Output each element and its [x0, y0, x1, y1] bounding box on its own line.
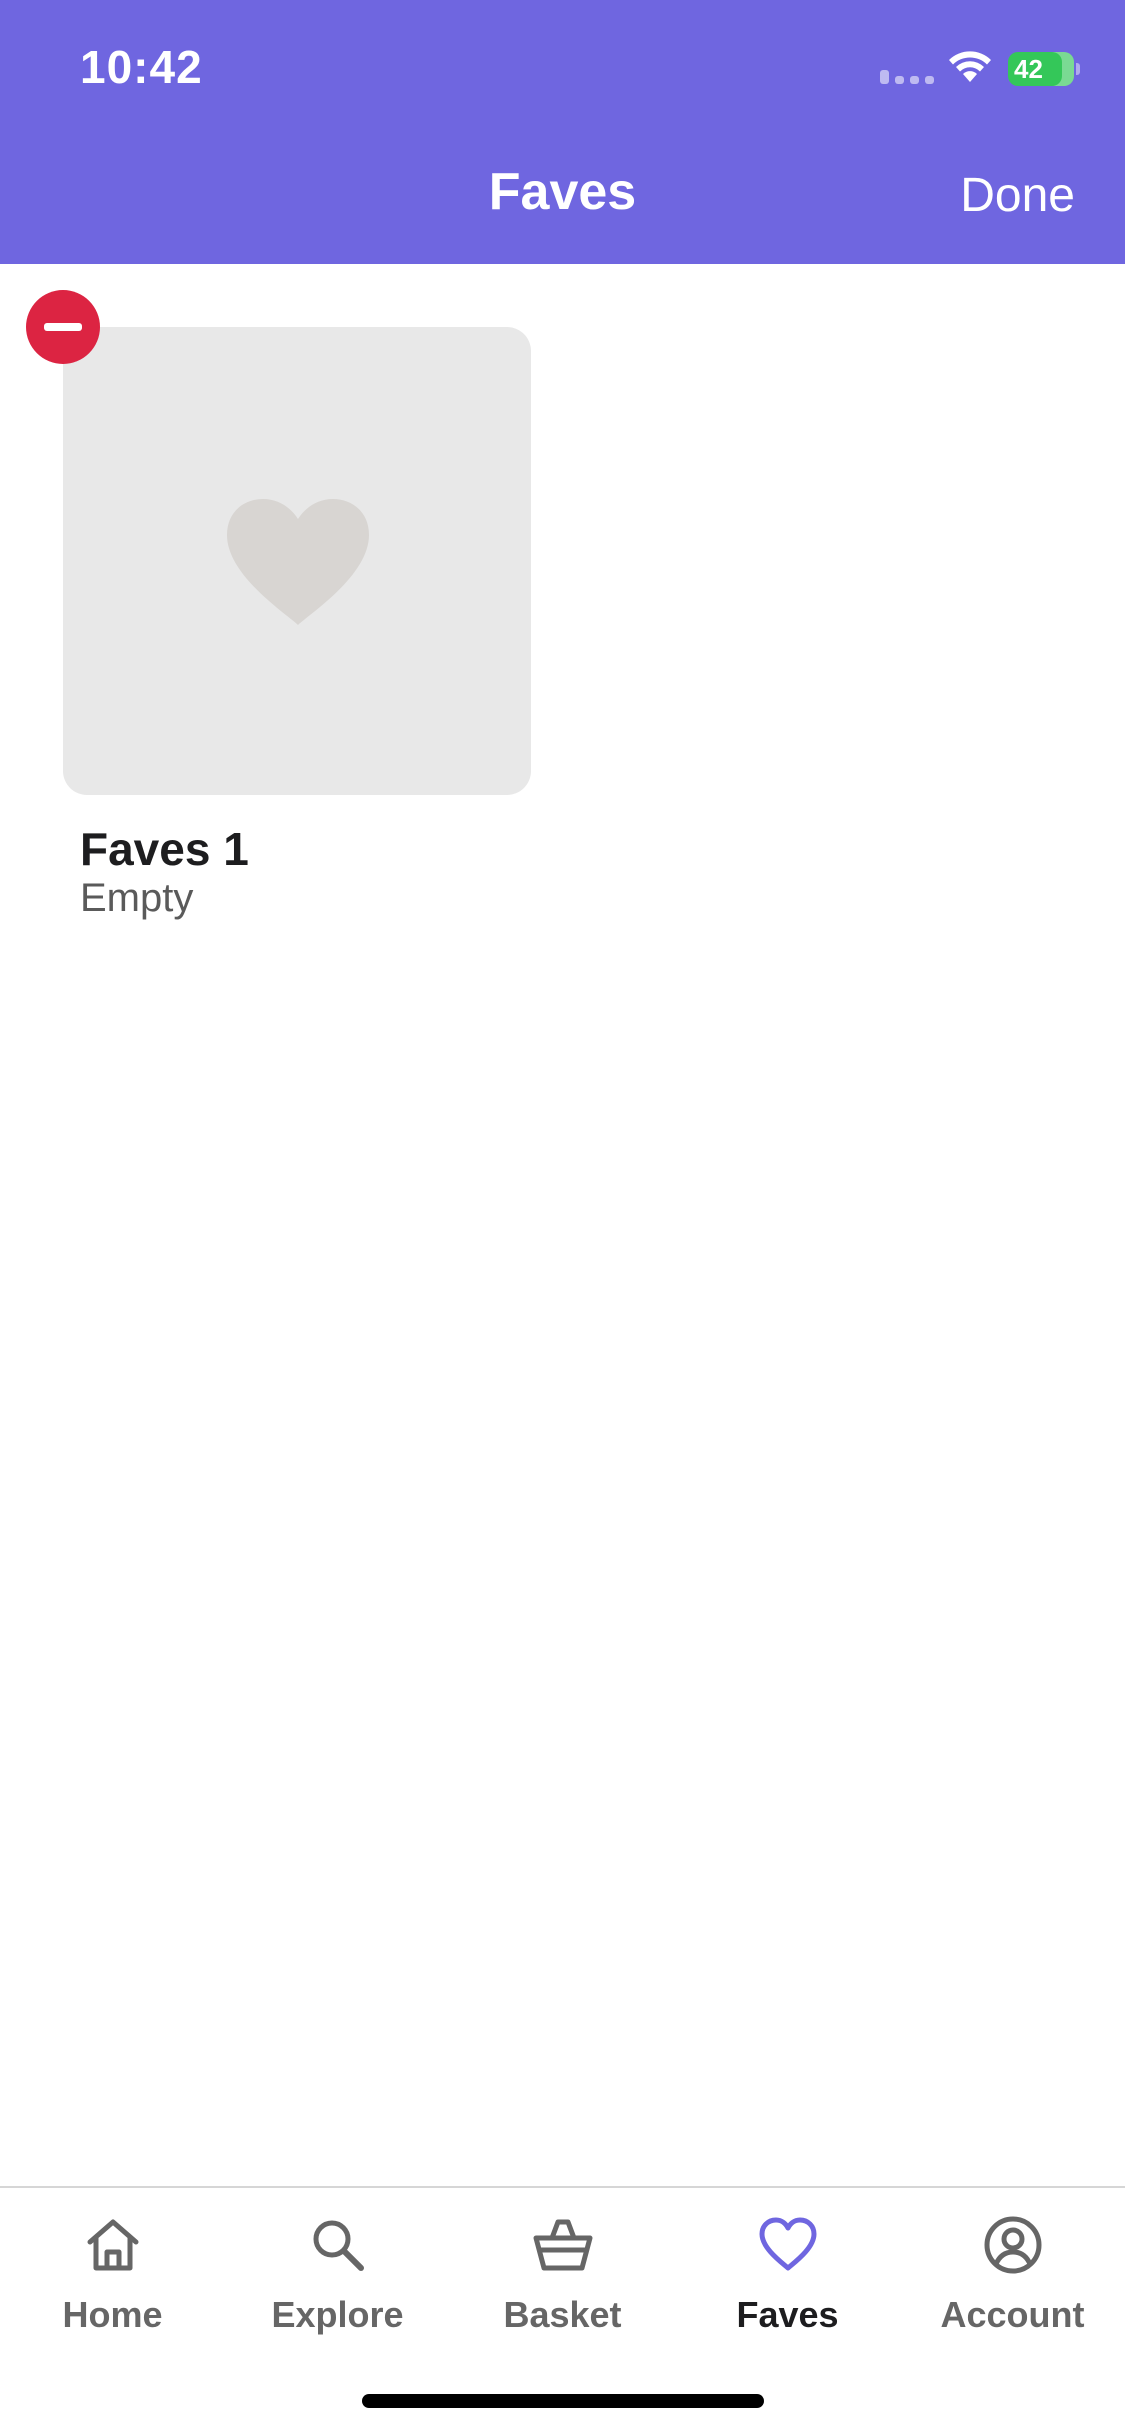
search-icon [313, 2220, 364, 2271]
tab-account-label: Account [940, 2294, 1085, 2335]
tab-home-label: Home [62, 2294, 163, 2335]
tab-home[interactable]: Home [0, 2188, 225, 2368]
signal-icon [880, 70, 934, 84]
faves-screen: 10:42 42 Faves Done Faves 1 Empty Home E… [0, 0, 1125, 2436]
battery-icon: 42 [1008, 52, 1074, 86]
page-title: Faves [488, 163, 637, 221]
wifi-icon [949, 51, 991, 82]
done-button[interactable]: Done [960, 168, 1075, 223]
fave-list-card[interactable] [63, 327, 531, 795]
tab-faves-label: Faves [736, 2294, 839, 2335]
heart-placeholder-icon [227, 499, 369, 625]
tab-explore[interactable]: Explore [225, 2188, 450, 2368]
remove-list-button[interactable] [26, 290, 100, 364]
home-icon [87, 2219, 139, 2271]
tab-basket[interactable]: Basket [450, 2188, 675, 2368]
minus-icon [44, 323, 82, 331]
battery-tip [1076, 63, 1080, 75]
header: 10:42 42 Faves Done [0, 0, 1125, 264]
tab-basket-label: Basket [503, 2294, 622, 2335]
battery-level: 42 [1014, 54, 1043, 84]
home-indicator[interactable] [362, 2394, 764, 2408]
status-time: 10:42 [80, 41, 203, 93]
tab-faves[interactable]: Faves [675, 2188, 900, 2368]
fave-list-status: Empty [80, 876, 194, 920]
tab-account[interactable]: Account [900, 2188, 1125, 2368]
account-icon [984, 2216, 1042, 2274]
tab-explore-label: Explore [271, 2294, 404, 2335]
basket-icon [533, 2219, 593, 2271]
fave-list-name: Faves 1 [80, 823, 249, 875]
heart-icon [759, 2217, 817, 2271]
